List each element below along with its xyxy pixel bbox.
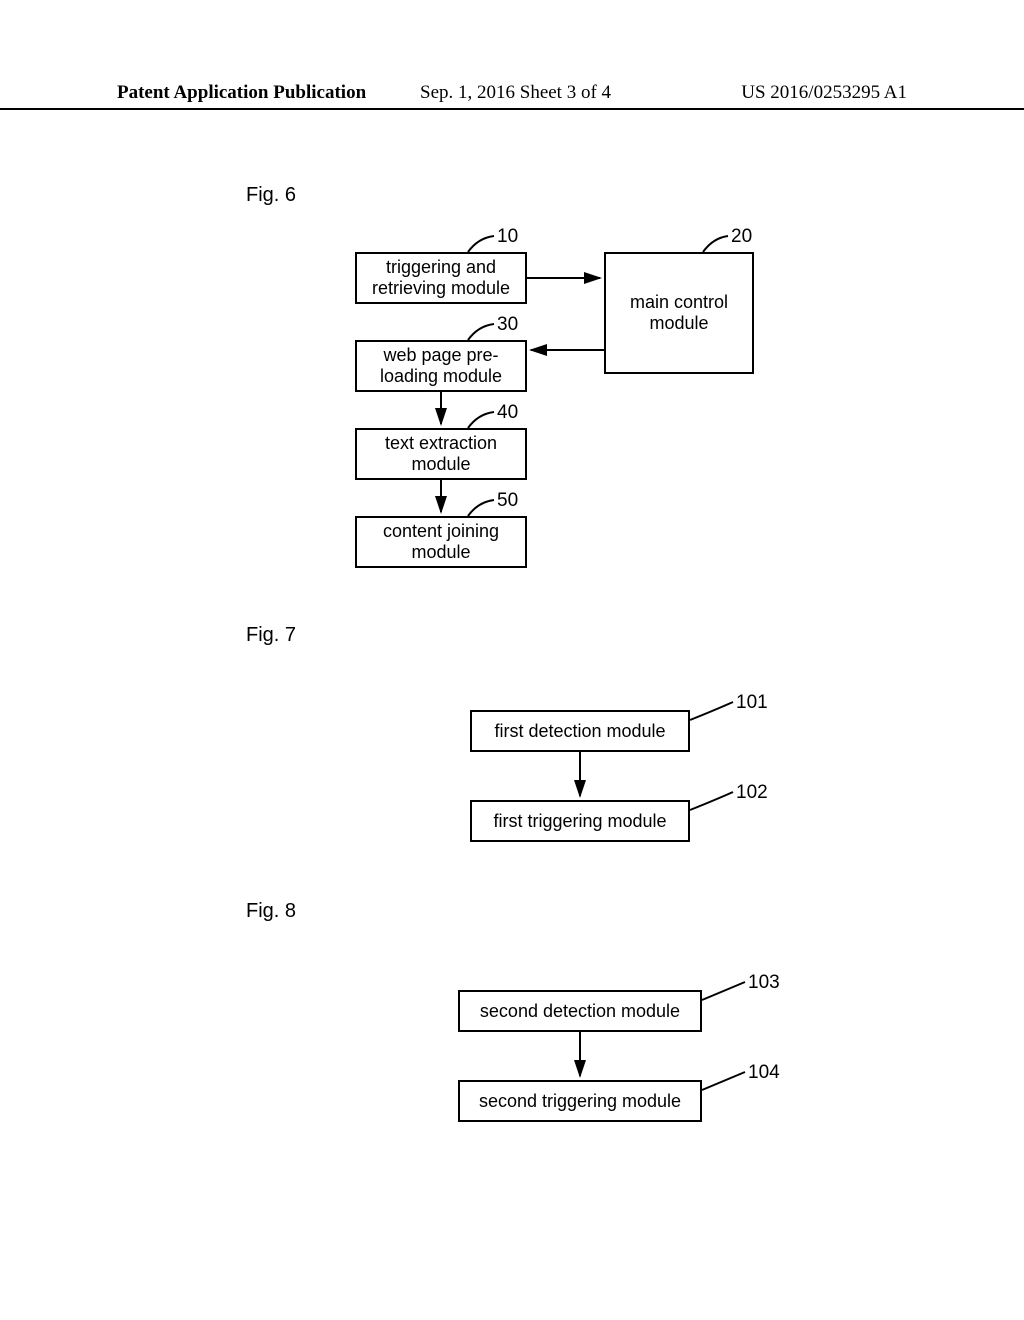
block-label: text extractionmodule [385,433,497,474]
ref-101: 101 [736,692,768,714]
block-first-detection: first detection module [470,710,690,752]
block-text-extraction: text extractionmodule [355,428,527,480]
block-label: content joiningmodule [383,521,499,562]
figure-label-6: Fig. 6 [246,184,296,207]
block-second-detection: second detection module [458,990,702,1032]
ref-103: 103 [748,972,780,994]
ref-102: 102 [736,782,768,804]
figure-label-7: Fig. 7 [246,624,296,647]
figure-label-8: Fig. 8 [246,900,296,923]
ref-10: 10 [497,226,518,248]
block-label: second triggering module [479,1091,681,1112]
block-label: first triggering module [493,811,666,832]
header-right: US 2016/0253295 A1 [741,82,907,104]
block-label: web page pre-loading module [380,345,502,386]
block-label: second detection module [480,1001,680,1022]
arrows-overlay [0,0,1024,1320]
block-second-triggering: second triggering module [458,1080,702,1122]
block-first-triggering: first triggering module [470,800,690,842]
block-label: triggering andretrieving module [372,257,510,298]
ref-104: 104 [748,1062,780,1084]
block-triggering-retrieving: triggering andretrieving module [355,252,527,304]
block-label: main controlmodule [630,292,728,333]
header-left: Patent Application Publication [117,82,366,104]
ref-30: 30 [497,314,518,336]
header-mid: Sep. 1, 2016 Sheet 3 of 4 [420,82,611,104]
block-content-joining: content joiningmodule [355,516,527,568]
block-preloading: web page pre-loading module [355,340,527,392]
page-header: Patent Application Publication Sep. 1, 2… [0,82,1024,110]
ref-50: 50 [497,490,518,512]
block-label: first detection module [494,721,665,742]
block-main-control: main controlmodule [604,252,754,374]
ref-40: 40 [497,402,518,424]
ref-20: 20 [731,226,752,248]
